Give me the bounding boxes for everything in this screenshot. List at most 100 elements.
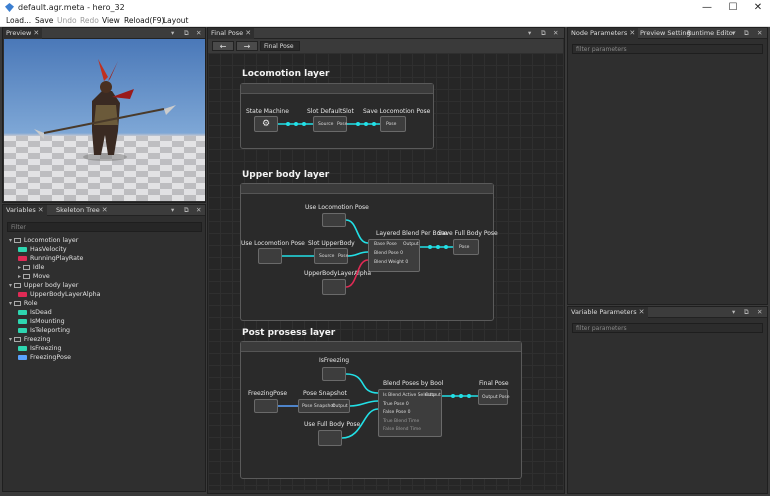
forward-button[interactable]: → — [236, 41, 258, 51]
menu-bar: Load... Save Undo Redo View Reload(F9) L… — [0, 15, 770, 27]
scene-render — [4, 59, 205, 201]
preview-viewport[interactable] — [4, 39, 205, 201]
tab-variables-label: Variables — [6, 206, 36, 214]
menu-redo[interactable]: Redo — [80, 16, 99, 25]
tab-preview[interactable]: Preview ✕ — [3, 28, 43, 39]
title-bar: default.agr.meta - hero_32 — ☐ ✕ — [0, 0, 770, 15]
tree-item-label: IsFreezing — [30, 345, 62, 352]
tree-variable[interactable]: IsMounting — [9, 317, 199, 326]
folder-icon — [22, 264, 30, 270]
variables-filter-input[interactable]: Filter — [7, 222, 202, 232]
menu-view[interactable]: View — [102, 16, 120, 25]
wire-dot — [364, 122, 368, 126]
float-icon[interactable]: ⧉ — [184, 206, 189, 215]
menu-layout[interactable]: Layout — [163, 16, 189, 25]
dropdown-icon[interactable]: ▾ — [171, 206, 174, 214]
tree-item-label: Locomotion layer — [23, 237, 79, 244]
tree-item-label: HasVelocity — [30, 246, 67, 253]
menu-load[interactable]: Load... — [6, 16, 31, 25]
wire-dot — [286, 122, 290, 126]
tab-skeleton-tree[interactable]: Skeleton Tree ✕ — [53, 205, 111, 216]
close-icon[interactable]: ✕ — [639, 308, 645, 316]
dropdown-icon[interactable]: ▾ — [171, 29, 174, 37]
dropdown-icon[interactable]: ▾ — [732, 29, 735, 37]
close-icon[interactable]: ✕ — [38, 206, 44, 214]
tree-folder[interactable]: ▸ Move — [9, 272, 199, 281]
breadcrumb[interactable]: Final Pose — [260, 41, 300, 51]
wire-dot — [444, 245, 448, 249]
tree-variable[interactable]: RunningPlayRate — [9, 254, 199, 263]
tree-item-label: IsDead — [30, 309, 52, 316]
variable-parameters-filter[interactable]: filter parameters — [572, 323, 763, 333]
float-icon[interactable]: ⧉ — [541, 29, 546, 38]
tree-item-label: IsMounting — [30, 318, 65, 325]
close-icon[interactable]: ✕ — [245, 29, 251, 37]
wire-dot — [451, 394, 455, 398]
pose-type-icon — [18, 354, 27, 360]
tree-variable[interactable]: IsDead — [9, 308, 199, 317]
tab-node-parameters-label: Node Parameters — [571, 29, 628, 37]
bool-type-icon — [18, 318, 27, 324]
tab-node-parameters[interactable]: Node Parameters ✕ — [568, 28, 639, 39]
graph-wires — [278, 122, 478, 439]
wire-dot — [459, 394, 463, 398]
float-icon[interactable]: ⧉ — [744, 29, 749, 38]
menu-save[interactable]: Save — [35, 16, 53, 25]
float-type-icon — [18, 291, 27, 297]
wire — [341, 408, 379, 439]
close-icon[interactable]: ✕ — [196, 29, 201, 37]
close-icon[interactable]: ✕ — [33, 29, 39, 37]
float-icon[interactable]: ⧉ — [184, 29, 189, 38]
tree-item-label: UpperBodyLayerAlpha — [30, 291, 101, 298]
dropdown-icon[interactable]: ▾ — [528, 29, 531, 37]
folder-icon — [13, 237, 21, 243]
node-parameters-panel: Node Parameters ✕ Preview Setting Runtim… — [567, 27, 768, 305]
close-icon[interactable]: ✕ — [757, 308, 762, 316]
tab-variables[interactable]: Variables ✕ — [3, 205, 47, 216]
graph-canvas[interactable]: Locomotion layer State Machine ⚙ Slot De… — [208, 53, 563, 490]
bool-type-icon — [18, 327, 27, 333]
tree-folder[interactable]: ▾ Role — [9, 299, 199, 308]
close-icon[interactable]: ✕ — [757, 29, 762, 37]
tab-final-pose-label: Final Pose — [211, 29, 244, 37]
close-icon[interactable]: ✕ — [553, 29, 558, 37]
dropdown-icon[interactable]: ▾ — [732, 308, 735, 316]
variables-panel: Variables ✕ Skeleton Tree ✕ ▾ ⧉ ✕ Filter… — [2, 204, 206, 492]
tree-folder[interactable]: ▾ Locomotion layer — [9, 236, 199, 245]
close-icon[interactable]: ✕ — [102, 206, 108, 214]
tab-variable-parameters-label: Variable Parameters — [571, 308, 637, 316]
tab-variable-parameters[interactable]: Variable Parameters ✕ — [568, 307, 648, 318]
bool-type-icon — [18, 246, 27, 252]
tree-variable[interactable]: IsTeleporting — [9, 326, 199, 335]
close-icon[interactable]: ✕ — [196, 206, 201, 214]
variables-tree: ▾ Locomotion layer HasVelocity RunningPl… — [9, 236, 199, 362]
menu-reload[interactable]: Reload(F9) — [124, 16, 164, 25]
close-button[interactable]: ✕ — [746, 1, 770, 14]
tab-skeleton-label: Skeleton Tree — [56, 206, 100, 214]
wire — [345, 219, 369, 244]
back-button[interactable]: ← — [212, 41, 234, 51]
tree-folder[interactable]: ▾ Upper body layer — [9, 281, 199, 290]
tree-folder[interactable]: ▾ Freezing — [9, 335, 199, 344]
tree-folder[interactable]: ▸ Idle — [9, 263, 199, 272]
right-top-tabbar: Node Parameters ✕ Preview Setting Runtim… — [568, 28, 767, 39]
minimize-button[interactable]: — — [695, 1, 719, 14]
close-icon[interactable]: ✕ — [629, 29, 635, 37]
maximize-button[interactable]: ☐ — [721, 1, 745, 14]
wire — [345, 373, 379, 394]
graph-navbar: ← → Final Pose — [208, 39, 563, 53]
node-parameters-filter[interactable]: filter parameters — [572, 44, 763, 54]
variable-parameters-panel: Variable Parameters ✕ ▾ ⧉ ✕ filter param… — [567, 306, 768, 494]
tree-item-label: Move — [32, 273, 50, 280]
menu-undo[interactable]: Undo — [57, 16, 77, 25]
right-bottom-tabbar: Variable Parameters ✕ ▾ ⧉ ✕ — [568, 307, 767, 318]
tree-item-label: FreezingPose — [30, 354, 71, 361]
float-icon[interactable]: ⧉ — [744, 308, 749, 317]
tree-variable[interactable]: IsFreezing — [9, 344, 199, 353]
tab-final-pose[interactable]: Final Pose ✕ — [208, 28, 255, 39]
tree-variable[interactable]: HasVelocity — [9, 245, 199, 254]
tree-variable[interactable]: FreezingPose — [9, 353, 199, 362]
tab-runtime-editor[interactable]: Runtime Editor — [684, 28, 738, 39]
float-type-icon — [18, 255, 27, 261]
tree-variable[interactable]: UpperBodyLayerAlpha — [9, 290, 199, 299]
